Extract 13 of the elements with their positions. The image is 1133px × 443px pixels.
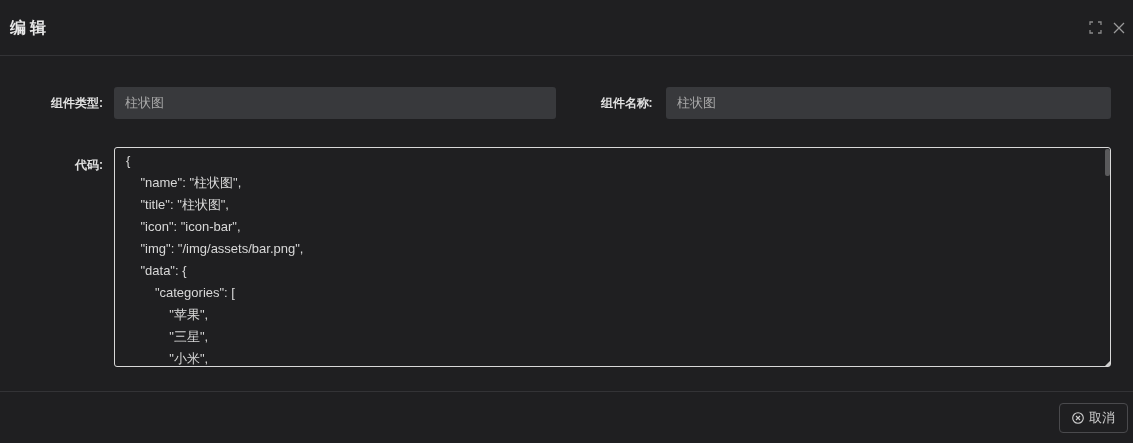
field-label: 组件类型: xyxy=(51,95,103,112)
field-label: 组件名称: xyxy=(600,95,653,112)
resize-handle-icon[interactable] xyxy=(1105,361,1110,366)
input-field[interactable]: 柱状图 xyxy=(114,87,556,119)
cancel-button[interactable]: 取消 xyxy=(1059,402,1128,433)
field-label: 代码: xyxy=(75,157,103,174)
close-icon[interactable] xyxy=(1113,21,1125,34)
fullscreen-icon[interactable] xyxy=(1089,21,1102,34)
dialog-title: 编 辑 xyxy=(10,17,47,38)
input-field[interactable]: 柱状图 xyxy=(665,87,1111,119)
close-circle-icon xyxy=(1072,411,1084,424)
code-field[interactable]: { "name": "柱状图", "title": "柱状图", "icon": "icon-bar", "img": "/img/assets/bar.png", "data": { "categories": [ "苹果", "三星", "小米", xyxy=(114,147,1111,367)
scrollbar-thumb[interactable] xyxy=(1105,149,1110,176)
